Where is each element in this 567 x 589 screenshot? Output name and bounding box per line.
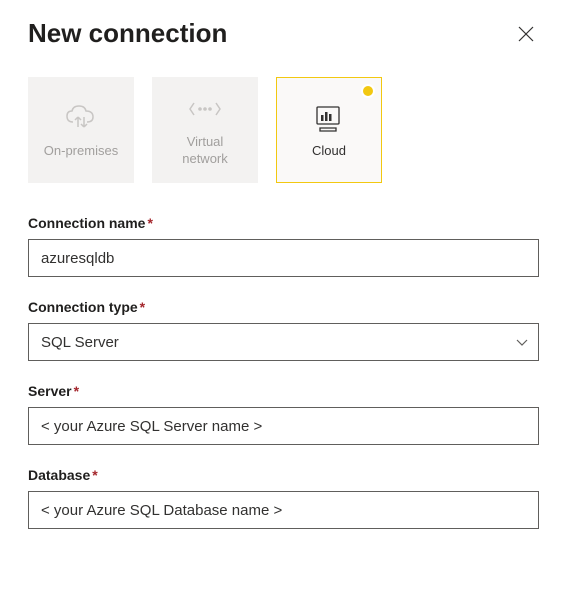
dialog-header: New connection bbox=[28, 18, 539, 49]
connection-name-input[interactable] bbox=[28, 239, 539, 277]
connection-type-select[interactable]: SQL Server bbox=[28, 323, 539, 361]
field-label: Connection type* bbox=[28, 299, 539, 315]
tile-label: Cloud bbox=[312, 143, 346, 160]
cloud-report-icon bbox=[311, 101, 347, 135]
cloud-sync-icon bbox=[63, 101, 99, 135]
required-asterisk: * bbox=[140, 299, 145, 315]
tile-on-premises[interactable]: On-premises bbox=[28, 77, 134, 183]
label-text: Server bbox=[28, 383, 72, 399]
field-label: Database* bbox=[28, 467, 539, 483]
required-asterisk: * bbox=[74, 383, 79, 399]
database-input[interactable] bbox=[28, 491, 539, 529]
field-database: Database* bbox=[28, 467, 539, 529]
connection-mode-tiles: On-premises Virtual network Cloud bbox=[28, 77, 539, 183]
tile-label: On-premises bbox=[44, 143, 118, 160]
virtual-network-icon bbox=[187, 92, 223, 126]
field-server: Server* bbox=[28, 383, 539, 445]
close-icon bbox=[517, 25, 535, 43]
field-label: Connection name* bbox=[28, 215, 539, 231]
server-input[interactable] bbox=[28, 407, 539, 445]
field-label: Server* bbox=[28, 383, 539, 399]
selected-badge-icon bbox=[361, 84, 375, 98]
required-asterisk: * bbox=[147, 215, 152, 231]
select-value: SQL Server bbox=[28, 323, 539, 361]
required-asterisk: * bbox=[92, 467, 97, 483]
tile-cloud[interactable]: Cloud bbox=[276, 77, 382, 183]
tile-virtual-network[interactable]: Virtual network bbox=[152, 77, 258, 183]
label-text: Connection name bbox=[28, 215, 145, 231]
dialog-title: New connection bbox=[28, 18, 227, 49]
label-text: Database bbox=[28, 467, 90, 483]
field-connection-type: Connection type* SQL Server bbox=[28, 299, 539, 361]
close-button[interactable] bbox=[513, 21, 539, 47]
tile-label: Virtual network bbox=[182, 134, 228, 168]
label-text: Connection type bbox=[28, 299, 138, 315]
field-connection-name: Connection name* bbox=[28, 215, 539, 277]
